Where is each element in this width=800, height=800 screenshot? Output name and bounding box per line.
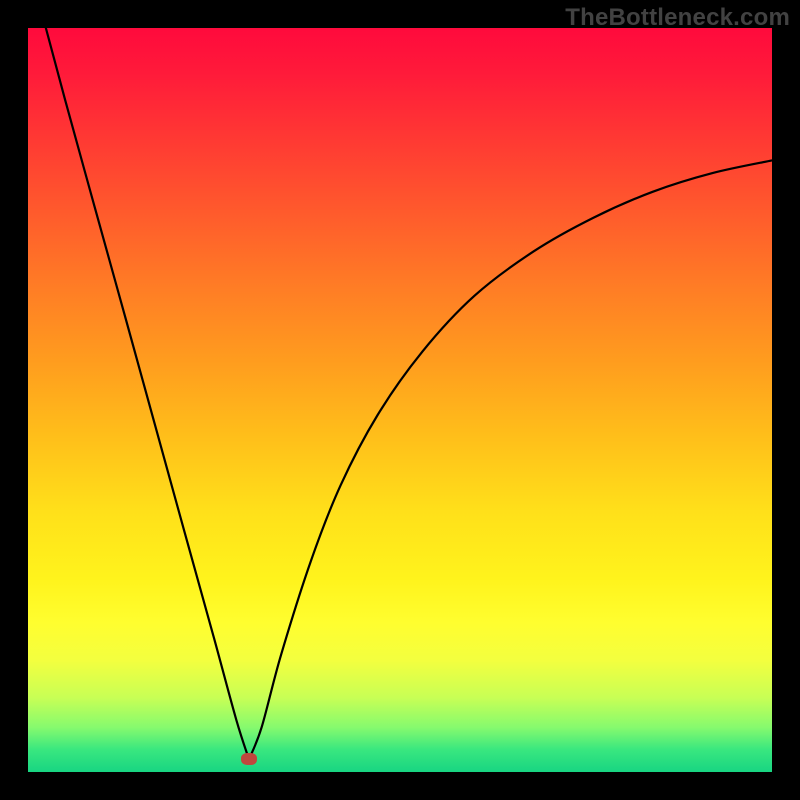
plot-area (28, 28, 772, 772)
bottleneck-curve (28, 28, 772, 772)
watermark-text: TheBottleneck.com (565, 4, 790, 32)
optimal-marker (241, 753, 257, 765)
chart-frame: TheBottleneck.com (0, 0, 800, 800)
